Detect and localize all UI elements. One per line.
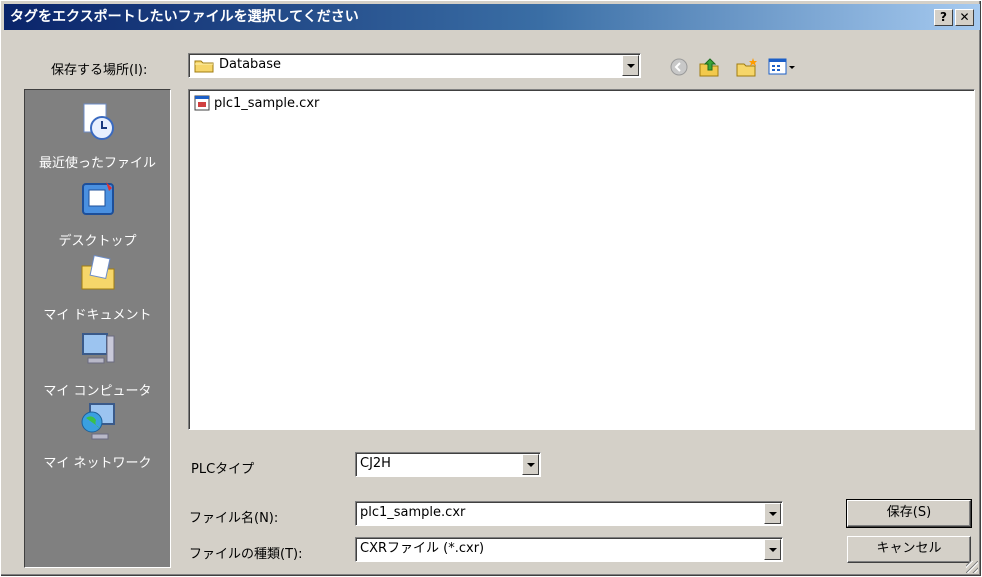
- file-list[interactable]: plc1_sample.cxr: [188, 89, 975, 430]
- save-button[interactable]: 保存(S): [846, 499, 972, 528]
- place-my-documents[interactable]: マイ ドキュメント: [25, 252, 170, 323]
- my-computer-icon: [81, 333, 114, 364]
- up-folder-icon[interactable]: [697, 56, 721, 78]
- close-button[interactable]: ✕: [955, 9, 974, 26]
- cxr-file-icon: [194, 95, 210, 111]
- cancel-button[interactable]: キャンセル: [847, 536, 971, 563]
- place-label: デスクトップ: [58, 234, 137, 249]
- save-in-value: Database: [219, 57, 282, 72]
- file-name: plc1_sample.cxr: [214, 95, 320, 111]
- my-network-icon: [81, 403, 115, 440]
- save-in-combo[interactable]: Database: [188, 53, 641, 78]
- place-label: 最近使ったファイル: [38, 156, 156, 171]
- view-menu-icon[interactable]: [767, 56, 797, 78]
- help-button[interactable]: ?: [934, 9, 953, 26]
- resize-grip[interactable]: [966, 561, 978, 573]
- filetype-select[interactable]: CXRファイル (*.cxr): [355, 537, 783, 562]
- places-bar: 最近使ったファイル デスクトップ マイ ドキュメント マイ コンピュータ マイ …: [24, 89, 171, 568]
- place-my-computer[interactable]: マイ コンピュータ: [25, 328, 170, 399]
- list-item[interactable]: plc1_sample.cxr: [194, 94, 319, 112]
- desktop-icon: [81, 182, 114, 215]
- filetype-dropdown-button[interactable]: [764, 539, 781, 560]
- filename-input[interactable]: plc1_sample.cxr: [355, 501, 783, 526]
- plc-type-label: PLCタイプ: [191, 462, 255, 477]
- filetype-value: CXRファイル (*.cxr): [360, 541, 485, 556]
- place-label: マイ ネットワーク: [43, 456, 152, 471]
- recent-files-icon: [83, 103, 114, 140]
- place-desktop[interactable]: デスクトップ: [25, 178, 170, 249]
- my-documents-icon: [81, 254, 114, 290]
- window-title: タグをエクスポートしたいファイルを選択してください: [10, 9, 359, 25]
- filename-value: plc1_sample.cxr: [360, 505, 466, 520]
- plc-type-dropdown-button[interactable]: [522, 454, 539, 475]
- plc-type-select[interactable]: CJ2H: [355, 452, 541, 477]
- place-recent-files[interactable]: 最近使ったファイル: [25, 100, 170, 171]
- save-in-dropdown-button[interactable]: [622, 55, 639, 76]
- place-my-network[interactable]: マイ ネットワーク: [25, 400, 170, 471]
- new-folder-icon[interactable]: [735, 56, 759, 78]
- folder-icon: [194, 60, 214, 73]
- back-icon[interactable]: [667, 56, 691, 78]
- save-dialog: タグをエクスポートしたいファイルを選択してください ? ✕ 保存する場所(I):…: [0, 0, 982, 577]
- save-in-label: 保存する場所(I):: [51, 63, 148, 78]
- plc-type-value: CJ2H: [360, 456, 391, 471]
- title-bar: タグをエクスポートしたいファイルを選択してください ? ✕: [4, 4, 980, 30]
- filename-dropdown-button[interactable]: [764, 503, 781, 524]
- filename-label: ファイル名(N):: [189, 511, 279, 526]
- place-label: マイ ドキュメント: [43, 308, 152, 323]
- place-label: マイ コンピュータ: [43, 384, 152, 399]
- filetype-label: ファイルの種類(T):: [189, 547, 303, 562]
